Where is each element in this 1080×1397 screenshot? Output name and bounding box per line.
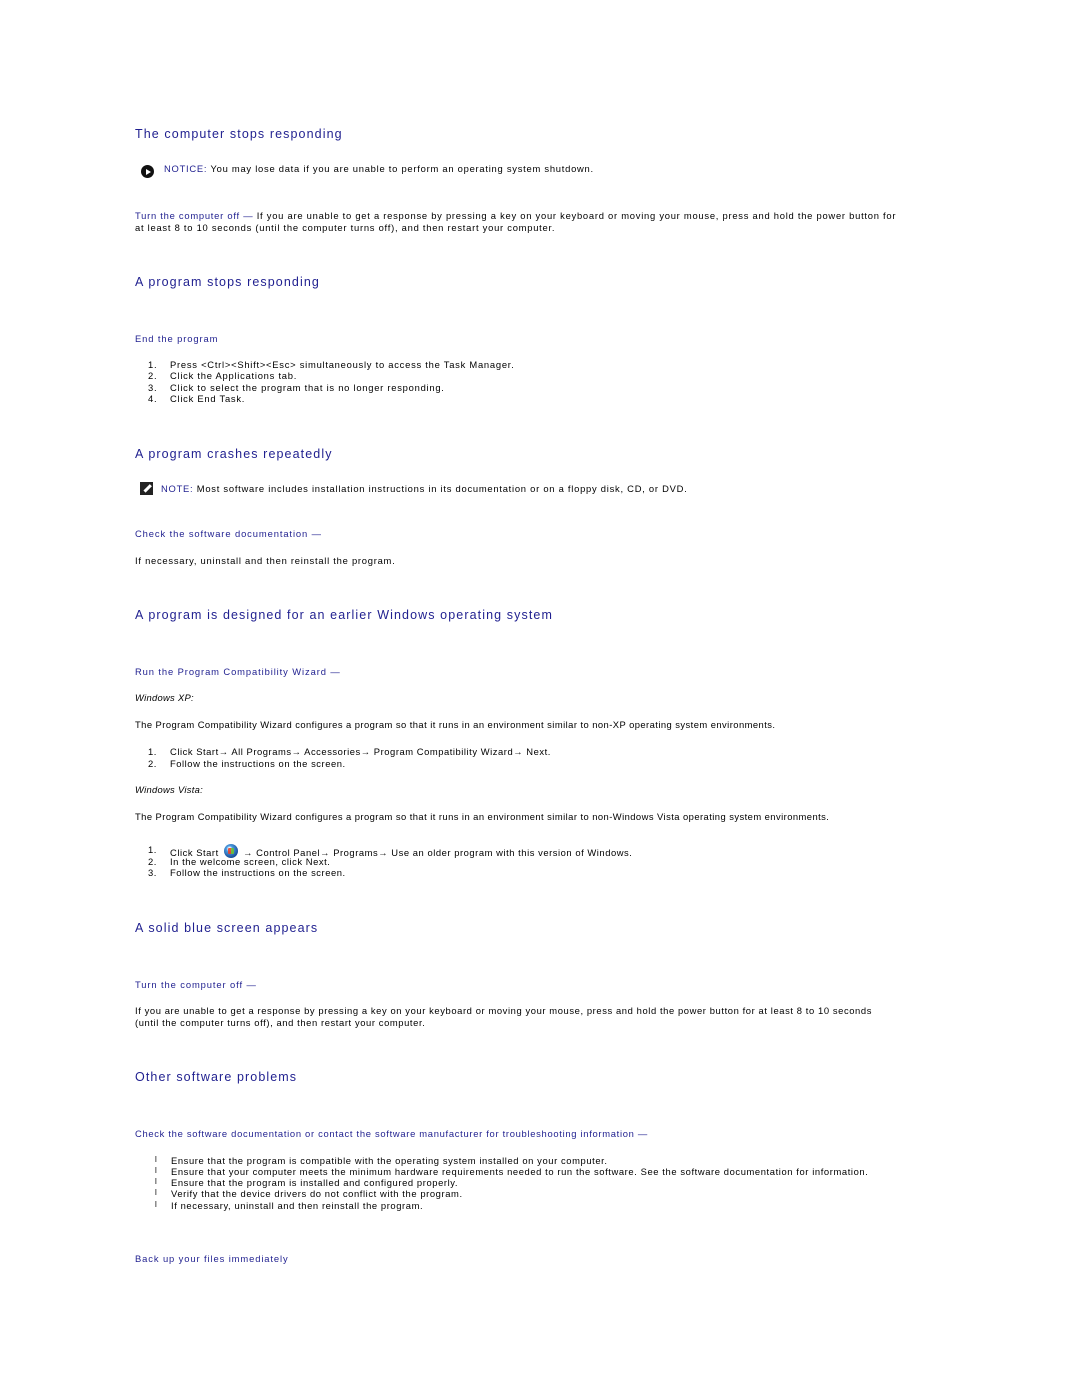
heading-earlier-windows: A program is designed for an earlier Win… bbox=[135, 608, 553, 622]
dash: — bbox=[243, 979, 257, 990]
notice-text: NOTICE: You may lose data if you are una… bbox=[164, 163, 594, 174]
step-number: 3. bbox=[148, 867, 157, 878]
step-text: Click to select the program that is no l… bbox=[170, 382, 445, 393]
reinstall-text: If necessary, uninstall and then reinsta… bbox=[135, 555, 396, 566]
windows-vista-label: Windows Vista: bbox=[135, 784, 204, 795]
step-number: 1. bbox=[148, 359, 158, 370]
heading-computer-stops-responding: The computer stops responding bbox=[135, 127, 343, 141]
windows-xp-label: Windows XP: bbox=[135, 692, 194, 703]
step-number: 3. bbox=[148, 382, 158, 393]
check-documentation-label[interactable]: Check the software documentation bbox=[135, 528, 308, 539]
step-text: Press <Ctrl><Shift><Esc> simultaneously … bbox=[170, 359, 515, 370]
bullet-glyph: l bbox=[155, 1188, 158, 1197]
bullet-glyph: l bbox=[155, 1155, 158, 1164]
heading-other-problems: Other software problems bbox=[135, 1070, 298, 1084]
bullet-glyph: l bbox=[155, 1166, 158, 1175]
step-number: 2. bbox=[148, 758, 157, 769]
xp-description: The Program Compatibility Wizard configu… bbox=[135, 719, 776, 730]
step-text: Click the Applications tab. bbox=[170, 370, 298, 381]
turn-off-paragraph: Turn the computer off — If you are unabl… bbox=[135, 210, 896, 221]
check-documentation-link[interactable]: Check the software documentation — bbox=[135, 528, 322, 539]
bullet-text: Verify that the device drivers do not co… bbox=[171, 1188, 463, 1199]
end-the-program-link[interactable]: End the program bbox=[135, 333, 218, 344]
blue-screen-text-line1: If you are unable to get a response by p… bbox=[135, 1005, 872, 1016]
troubleshooting-link[interactable]: Check the software documentation or cont… bbox=[135, 1128, 648, 1139]
note-label: NOTE: bbox=[161, 483, 194, 494]
note-message: Most software includes installation inst… bbox=[193, 483, 688, 494]
compatibility-wizard-link[interactable]: Run the Program Compatibility Wizard — bbox=[135, 666, 341, 677]
step-text: Follow the instructions on the screen. bbox=[170, 758, 346, 769]
note-pencil-icon bbox=[140, 482, 153, 495]
step-number: 1. bbox=[148, 844, 157, 855]
step-text: Follow the instructions on the screen. bbox=[170, 867, 346, 878]
compatibility-wizard-label[interactable]: Run the Program Compatibility Wizard bbox=[135, 666, 327, 677]
dash: — bbox=[308, 528, 322, 539]
bullet-glyph: l bbox=[155, 1177, 158, 1186]
dash: — bbox=[634, 1128, 648, 1139]
bullet-text: Ensure that the program is compatible wi… bbox=[171, 1155, 608, 1166]
step-text: Click End Task. bbox=[170, 393, 246, 404]
step-number: 4. bbox=[148, 393, 158, 404]
heading-program-stops-responding: A program stops responding bbox=[135, 275, 320, 289]
troubleshooting-label[interactable]: Check the software documentation or cont… bbox=[135, 1128, 635, 1139]
heading-blue-screen: A solid blue screen appears bbox=[135, 921, 319, 935]
turn-off-label[interactable]: Turn the computer off bbox=[135, 979, 243, 990]
notice-icon bbox=[141, 165, 154, 178]
step-number: 2. bbox=[148, 370, 158, 381]
turn-off-text-line1: If you are unable to get a response by p… bbox=[256, 210, 897, 221]
turn-off-text-line2: at least 8 to 10 seconds (until the comp… bbox=[135, 222, 556, 233]
bullet-glyph: l bbox=[155, 1200, 158, 1209]
dash: — bbox=[239, 210, 257, 221]
step-number: 1. bbox=[148, 746, 157, 757]
step-number: 2. bbox=[148, 856, 157, 867]
step-text: Click Start→ All Programs→ Accessories→ … bbox=[170, 746, 551, 757]
blue-screen-text-line2: (until the computer turns off), and then… bbox=[135, 1017, 426, 1028]
heading-program-crashes: A program crashes repeatedly bbox=[135, 447, 333, 461]
back-up-files-link[interactable]: Back up your files immediately bbox=[135, 1253, 289, 1264]
turn-off-link-2[interactable]: Turn the computer off — bbox=[135, 979, 257, 990]
bullet-text: Ensure that the program is installed and… bbox=[171, 1177, 459, 1188]
note-text: NOTE: Most software includes installatio… bbox=[161, 483, 688, 494]
dash: — bbox=[326, 666, 341, 677]
notice-label: NOTICE: bbox=[164, 163, 208, 174]
bullet-text: Ensure that your computer meets the mini… bbox=[171, 1166, 869, 1177]
vista-description: The Program Compatibility Wizard configu… bbox=[135, 811, 830, 822]
step-text: In the welcome screen, click Next. bbox=[170, 856, 331, 867]
notice-message: You may lose data if you are unable to p… bbox=[207, 163, 594, 174]
turn-off-link[interactable]: Turn the computer off bbox=[135, 210, 240, 221]
bullet-text: If necessary, uninstall and then reinsta… bbox=[171, 1200, 424, 1211]
